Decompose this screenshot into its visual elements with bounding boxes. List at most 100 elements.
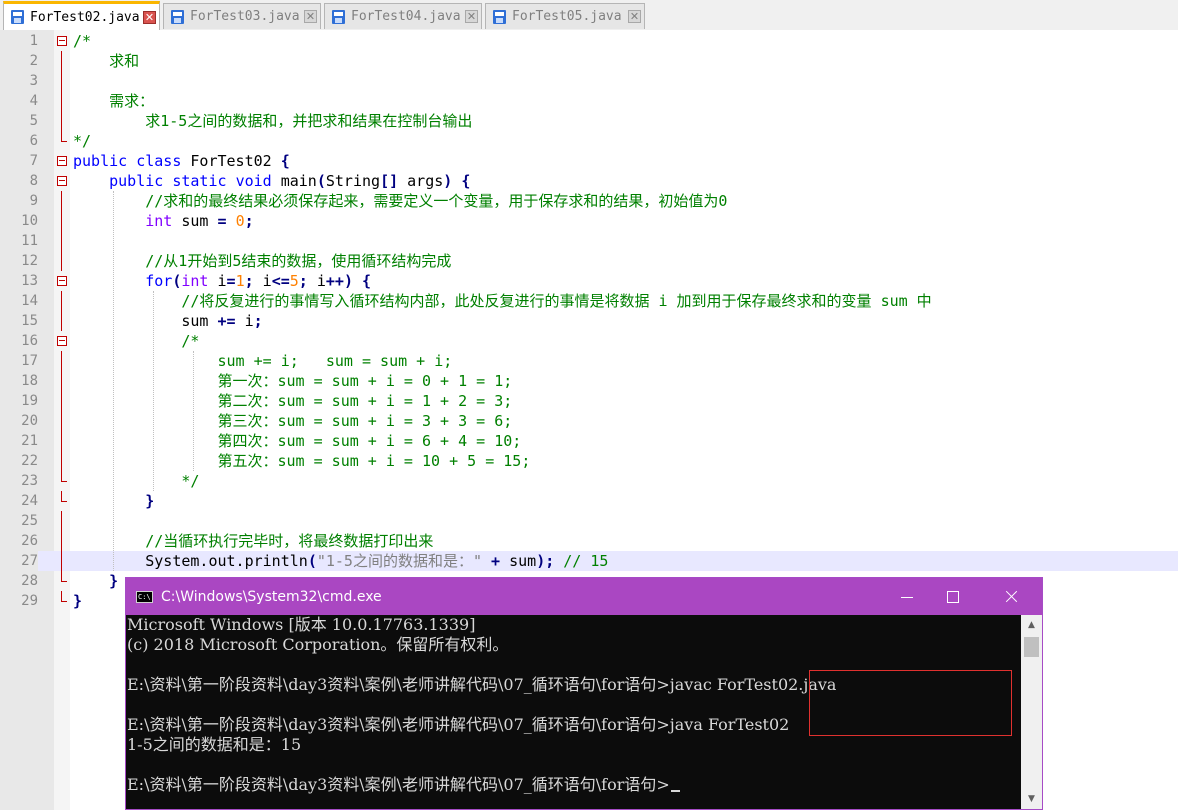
code-text: sum += i; xyxy=(73,312,263,330)
console-line: Microsoft Windows [版本 10.0.17763.1339] xyxy=(127,615,476,634)
code-text: 求和 xyxy=(73,52,140,70)
fold-line xyxy=(56,71,67,91)
tab-fortest05[interactable]: ForTest05.java ✕ xyxy=(485,3,645,29)
fold-line xyxy=(56,51,67,71)
fold-line xyxy=(56,311,67,331)
fold-line xyxy=(56,231,67,251)
code-line[interactable]: 25 xyxy=(0,511,1178,531)
line-number: 29 xyxy=(21,593,38,609)
code-text: System.out.println("1-5之间的数据和是：" + sum);… xyxy=(73,552,609,570)
code-line[interactable]: 13 for(int i=1; i<=5; i++) { xyxy=(0,271,1178,291)
code-line[interactable]: 12 //从1开始到5结束的数据，使用循环结构完成 xyxy=(0,251,1178,271)
code-text: /* xyxy=(73,32,92,50)
close-icon[interactable]: ✕ xyxy=(143,10,156,24)
code-line[interactable]: 22 第五次：sum = sum + i = 10 + 5 = 15; xyxy=(0,451,1178,471)
scroll-up-icon[interactable]: ▲ xyxy=(1021,615,1042,635)
tab-bar: ForTest02.java ✕ ForTest03.java ✕ ForTes… xyxy=(0,0,1178,31)
minimize-icon[interactable] xyxy=(884,578,930,615)
code-text: //从1开始到5结束的数据，使用循环结构完成 xyxy=(145,252,452,270)
code-line[interactable]: 23 */ xyxy=(0,471,1178,491)
code-line[interactable]: 4 需求： xyxy=(0,91,1178,111)
line-number: 21 xyxy=(21,433,38,449)
fold-minus-icon[interactable] xyxy=(56,151,67,171)
code-line[interactable]: 10 int sum = 0; xyxy=(0,211,1178,231)
tab-label: ForTest02.java xyxy=(30,9,140,25)
code-text: } xyxy=(109,572,119,590)
fold-line xyxy=(56,551,67,571)
fold-line xyxy=(56,451,67,471)
code-text: int sum = 0; xyxy=(145,212,254,230)
code-line[interactable]: 2 求和 xyxy=(0,51,1178,71)
code-line[interactable]: 19 第二次：sum = sum + i = 1 + 2 = 3; xyxy=(0,391,1178,411)
console-prompt-line[interactable]: E:\资料\第一阶段资料\day3资料\案例\老师讲解代码\07_循环语句\fo… xyxy=(127,775,680,795)
maximize-icon[interactable] xyxy=(930,578,976,615)
code-line[interactable]: 8 public static void main(String[] args)… xyxy=(0,171,1178,191)
code-line[interactable]: 6 */ xyxy=(0,131,1178,151)
line-number: 20 xyxy=(21,413,38,429)
tab-label: ForTest04.java xyxy=(351,9,461,24)
line-number: 12 xyxy=(21,253,38,269)
cmd-window[interactable]: C:\ C:\Windows\System32\cmd.exe Microsof… xyxy=(125,577,1043,810)
line-number: 7 xyxy=(29,153,38,169)
code-line[interactable]: 24 } xyxy=(0,491,1178,511)
fold-line xyxy=(56,571,67,591)
text-cursor xyxy=(670,790,680,792)
code-text: 第五次：sum = sum + i = 10 + 5 = 15; xyxy=(73,452,531,470)
fold-line xyxy=(56,111,67,131)
tab-fortest02[interactable]: ForTest02.java ✕ xyxy=(3,1,160,30)
fold-line xyxy=(56,511,67,531)
code-line[interactable]: 1 /* xyxy=(0,31,1178,51)
code-line[interactable]: 5 求1-5之间的数据和，并把求和结果在控制台输出 xyxy=(0,111,1178,131)
fold-line xyxy=(56,211,67,231)
code-text: 第一次：sum = sum + i = 0 + 1 = 1; xyxy=(73,372,513,390)
indent-guide xyxy=(153,291,154,491)
code-text: 第四次：sum = sum + i = 6 + 4 = 10; xyxy=(73,432,522,450)
code-line[interactable]: 9 //求和的最终结果必须保存起来，需要定义一个变量，用于保存求和的结果，初始值… xyxy=(0,191,1178,211)
line-number: 10 xyxy=(21,213,38,229)
close-icon[interactable]: ✕ xyxy=(628,10,641,23)
fold-line xyxy=(56,431,67,451)
tab-label: ForTest05.java xyxy=(512,9,622,24)
fold-line xyxy=(56,371,67,391)
code-line[interactable]: 27 System.out.println("1-5之间的数据和是：" + su… xyxy=(0,551,1178,571)
fold-minus-icon[interactable] xyxy=(56,31,67,51)
fold-line xyxy=(56,411,67,431)
line-number: 11 xyxy=(21,233,38,249)
code-text: /* xyxy=(73,332,200,350)
close-icon[interactable] xyxy=(988,578,1034,615)
code-line[interactable]: 17 sum += i; sum = sum + i; xyxy=(0,351,1178,371)
code-line[interactable]: 11 xyxy=(0,231,1178,251)
fold-minus-icon[interactable] xyxy=(56,171,67,191)
cmd-scrollbar[interactable]: ▲ ▼ xyxy=(1021,615,1042,809)
console-line: 1-5之间的数据和是：15 xyxy=(127,735,302,754)
fold-minus-icon[interactable] xyxy=(56,331,67,351)
tab-fortest03[interactable]: ForTest03.java ✕ xyxy=(163,3,321,29)
code-line[interactable]: 21 第四次：sum = sum + i = 6 + 4 = 10; xyxy=(0,431,1178,451)
code-line[interactable]: 18 第一次：sum = sum + i = 0 + 1 = 1; xyxy=(0,371,1178,391)
code-line[interactable]: 20 第三次：sum = sum + i = 3 + 3 = 6; xyxy=(0,411,1178,431)
close-icon[interactable]: ✕ xyxy=(304,10,317,23)
fold-line xyxy=(56,131,67,151)
code-text: public class ForTest02 { xyxy=(73,152,290,170)
scrollbar-thumb[interactable] xyxy=(1024,637,1039,657)
code-line[interactable]: 26 //当循环执行完毕时，将最终数据打印出来 xyxy=(0,531,1178,551)
line-number: 23 xyxy=(21,473,38,489)
code-line[interactable]: 7 public class ForTest02 { xyxy=(0,151,1178,171)
code-line[interactable]: 16 /* xyxy=(0,331,1178,351)
code-line[interactable]: 14 //将反复进行的事情写入循环结构内部，此处反复进行的事情是将数据 i 加到… xyxy=(0,291,1178,311)
code-text: //求和的最终结果必须保存起来，需要定义一个变量，用于保存求和的结果，初始值为0 xyxy=(145,192,728,210)
cmd-title: C:\Windows\System32\cmd.exe xyxy=(161,589,382,605)
line-number: 6 xyxy=(29,133,38,149)
code-text: 需求： xyxy=(73,92,155,110)
line-number: 26 xyxy=(21,533,38,549)
cmd-console[interactable]: Microsoft Windows [版本 10.0.17763.1339] (… xyxy=(126,615,1021,809)
fold-minus-icon[interactable] xyxy=(56,271,67,291)
scroll-down-icon[interactable]: ▼ xyxy=(1021,789,1042,809)
line-number: 4 xyxy=(29,93,38,109)
tab-fortest04[interactable]: ForTest04.java ✕ xyxy=(324,3,482,29)
code-line[interactable]: 3 xyxy=(0,71,1178,91)
line-number: 15 xyxy=(21,313,38,329)
code-line[interactable]: 15 sum += i; xyxy=(0,311,1178,331)
close-icon[interactable]: ✕ xyxy=(465,10,478,23)
cmd-title-bar[interactable]: C:\ C:\Windows\System32\cmd.exe xyxy=(126,578,1042,615)
